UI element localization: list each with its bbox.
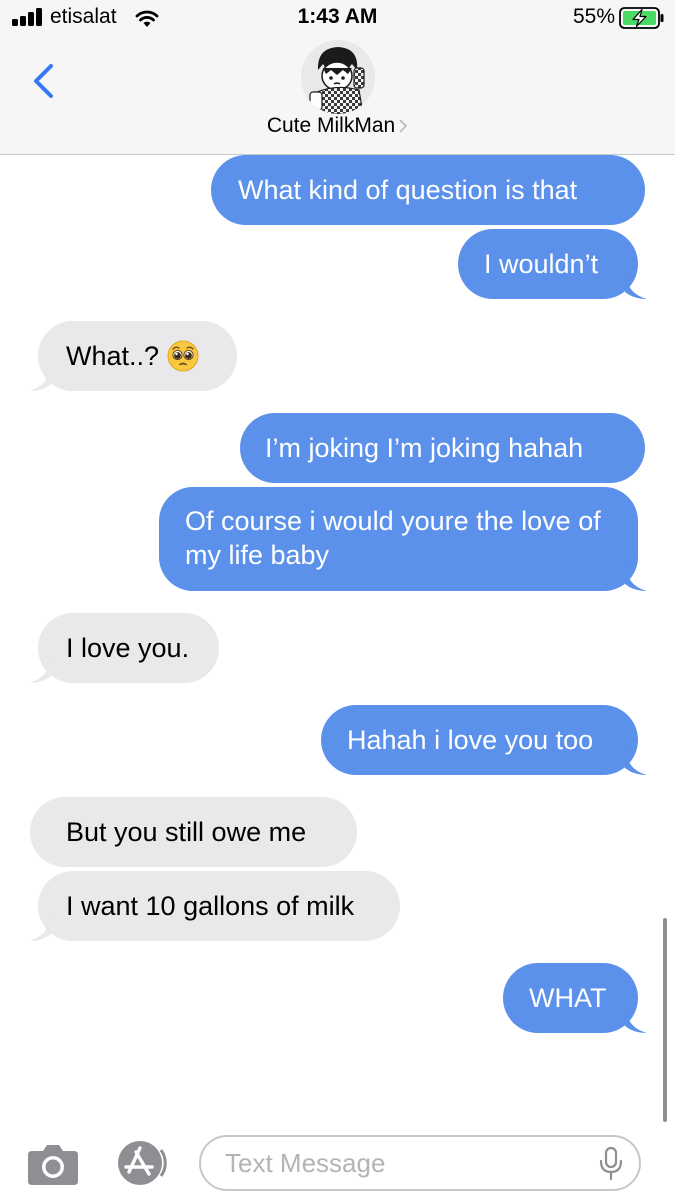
contact-name: Cute MilkMan xyxy=(266,114,396,137)
bubble-tail xyxy=(625,273,647,299)
battery-charging-icon xyxy=(619,7,664,29)
sent-message-bubble[interactable]: WHAT xyxy=(503,963,647,1033)
message-text: I love you. xyxy=(66,633,190,663)
contact-details-link[interactable]: Cute MilkMan xyxy=(0,114,675,138)
sent-message-bubble[interactable]: Of course i would youre the love of my l… xyxy=(159,487,647,591)
message-text: What..? xyxy=(66,341,160,371)
message-thread: What kind of question is that I wouldn’t… xyxy=(0,155,675,1115)
message-text: I want 10 gallons of milk xyxy=(66,891,355,921)
app-store-icon[interactable] xyxy=(116,1138,172,1188)
bubble-tail xyxy=(29,365,51,391)
sent-message-bubble[interactable]: I wouldn’t xyxy=(458,229,647,299)
message-text: Hahah i love you too xyxy=(347,725,594,755)
received-message-bubble[interactable]: I love you. xyxy=(29,613,219,683)
bubble-tail xyxy=(29,657,51,683)
avatar-illustration xyxy=(301,40,375,114)
battery-percentage: 55% xyxy=(572,5,615,28)
received-message-bubble[interactable]: What..? xyxy=(29,321,237,391)
chevron-right-icon xyxy=(399,120,407,133)
message-text: But you still owe me xyxy=(66,817,307,847)
status-bar: etisalat 1:43 AM 55% xyxy=(0,0,675,36)
camera-icon[interactable] xyxy=(26,1142,80,1186)
sent-message-bubble[interactable]: What kind of question is that xyxy=(211,155,645,225)
message-text: WHAT xyxy=(529,983,607,1013)
pleading-face-emoji-icon xyxy=(167,340,199,372)
text-message-input[interactable] xyxy=(225,1145,585,1181)
received-message-bubble[interactable]: I want 10 gallons of milk xyxy=(29,871,400,941)
back-chevron-icon[interactable] xyxy=(24,58,64,104)
conversation-header: Cute MilkMan xyxy=(0,36,675,155)
message-text: I wouldn’t xyxy=(484,249,599,279)
sent-message-bubble[interactable]: I’m joking I’m joking hahah xyxy=(240,413,645,483)
compose-bar xyxy=(0,1126,675,1200)
bubble-tail xyxy=(625,749,647,775)
bubble-tail xyxy=(625,565,647,591)
message-field-container xyxy=(199,1135,641,1191)
received-message-bubble[interactable]: But you still owe me xyxy=(30,797,357,867)
message-text: What kind of question is that xyxy=(238,175,578,205)
bubble-tail xyxy=(29,915,51,941)
message-text: Of course i would youre the love of my l… xyxy=(185,506,601,570)
scroll-indicator[interactable] xyxy=(663,918,667,1122)
bubble-tail xyxy=(625,1007,647,1033)
message-text: I’m joking I’m joking hahah xyxy=(265,433,584,463)
sent-message-bubble[interactable]: Hahah i love you too xyxy=(321,705,647,775)
contact-avatar[interactable] xyxy=(301,40,375,114)
microphone-icon[interactable] xyxy=(597,1146,625,1182)
